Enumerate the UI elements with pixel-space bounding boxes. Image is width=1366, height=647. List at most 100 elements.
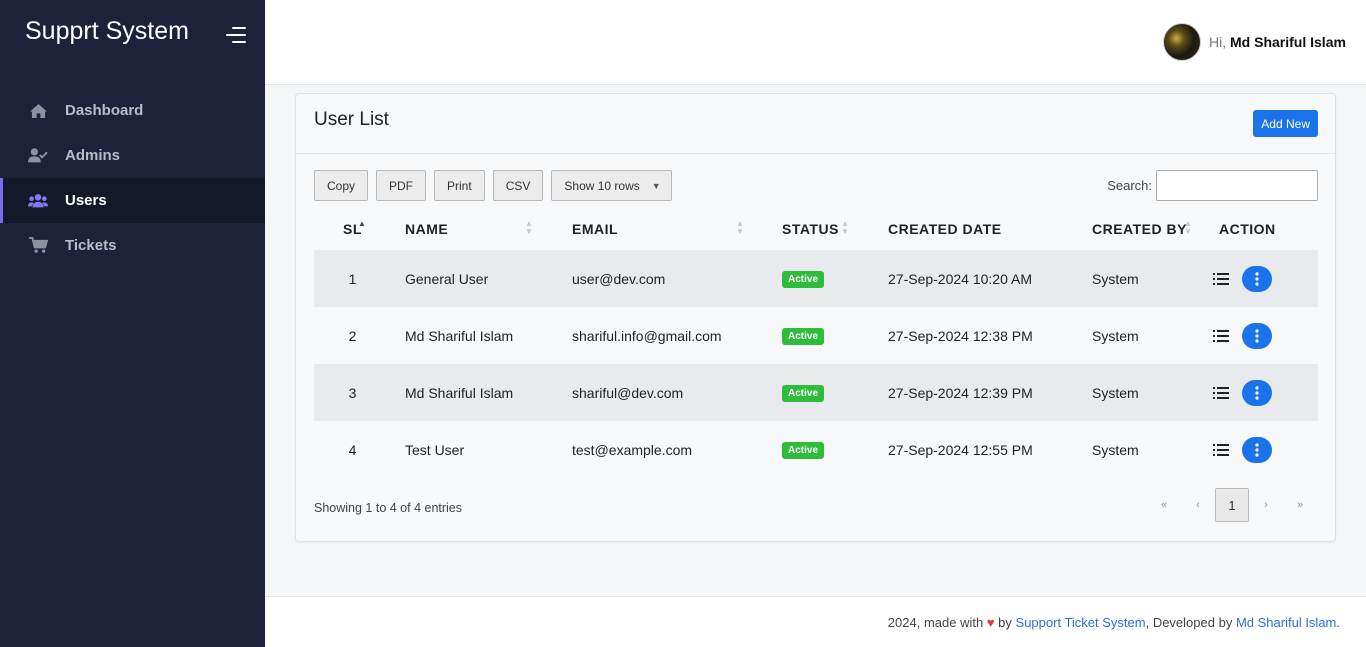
- cell-created-by: System: [1092, 441, 1139, 458]
- sidebar-item-dashboard[interactable]: Dashboard: [0, 88, 265, 133]
- users-table: SL ▲ NAME ▲ ▼ EMAIL ▲ ▼ STATUS ▲ ▼ CREATED …: [314, 207, 1318, 478]
- cell-name: General User: [391, 250, 558, 307]
- sidebar-item-tickets[interactable]: Tickets: [0, 223, 265, 268]
- list-icon[interactable]: [1213, 272, 1229, 285]
- cell-created-date: 27-Sep-2024 10:20 AM: [874, 250, 1078, 307]
- pagination: « ‹ 1 › »: [1147, 488, 1317, 522]
- sidebar-item-admins[interactable]: Admins: [0, 133, 265, 178]
- cell-status: Active: [768, 364, 874, 421]
- cell-created-by: System: [1078, 364, 1213, 421]
- cell-sl: 3: [314, 364, 391, 421]
- top-bar: Hi, Md Shariful Islam: [265, 0, 1366, 85]
- app-title: Supprt System: [25, 17, 189, 45]
- cell-action: [1213, 364, 1318, 421]
- cell-action: [1213, 250, 1318, 307]
- prev-page-button[interactable]: ‹: [1181, 488, 1215, 522]
- column-header-sl[interactable]: SL ▲: [314, 207, 391, 250]
- cell-created-date: 27-Sep-2024 12:38 PM: [888, 327, 1033, 344]
- sidebar-item-label: Users: [65, 192, 107, 209]
- cell-status: Active: [768, 421, 874, 478]
- column-header-action: ACTION: [1219, 220, 1276, 237]
- cell-name: Test User: [405, 441, 465, 458]
- more-options-button[interactable]: [1242, 265, 1272, 292]
- table-info: Showing 1 to 4 of 4 entries: [314, 501, 463, 515]
- cell-created-by: System: [1078, 250, 1213, 307]
- cell-action: [1213, 307, 1318, 364]
- table-row: 3 Md Shariful Islam shariful@dev.com Act…: [314, 364, 1318, 421]
- home-icon: [28, 102, 48, 120]
- search-box: Search:: [1107, 170, 1318, 201]
- sidebar-item-users[interactable]: Users: [0, 178, 265, 223]
- next-page-button[interactable]: ›: [1249, 488, 1283, 522]
- page-length-label: Show 10 rows: [564, 178, 640, 193]
- print-button[interactable]: Print: [434, 170, 485, 201]
- page-button-current[interactable]: 1: [1215, 488, 1249, 522]
- list-icon[interactable]: [1213, 329, 1229, 342]
- cell-created-date: 27-Sep-2024 12:55 PM: [888, 441, 1033, 458]
- status-badge: Active: [782, 442, 825, 459]
- cell-email: user@dev.com: [558, 250, 768, 307]
- sort-icon: ▲ ▼: [525, 219, 534, 236]
- cell-created-by: System: [1092, 327, 1139, 344]
- footer-link-developer[interactable]: Md Shariful Islam: [1236, 615, 1336, 630]
- sidebar: Supprt System Dashboard Admins Users Tic…: [0, 0, 265, 647]
- pdf-button[interactable]: PDF: [376, 170, 427, 201]
- cell-email: shariful@dev.com: [558, 364, 768, 421]
- column-header-email[interactable]: EMAIL ▲ ▼: [558, 207, 768, 250]
- cell-status: Active: [768, 307, 874, 364]
- user-name: Md Shariful Islam: [1230, 34, 1346, 50]
- column-header-status[interactable]: STATUS ▲ ▼: [768, 207, 874, 250]
- sort-icon: ▲: [358, 219, 367, 228]
- page-length-select[interactable]: Show 10 rows ▼: [551, 170, 672, 201]
- cell-sl: 4: [348, 441, 357, 458]
- sidebar-item-label: Admins: [65, 147, 121, 164]
- table-row: 1 General User user@dev.com Active 27-Se…: [314, 250, 1318, 307]
- cell-sl: 2: [348, 327, 357, 344]
- sort-icon: ▲ ▼: [1184, 219, 1193, 236]
- more-vertical-icon: [1255, 385, 1259, 400]
- user-greeting[interactable]: Hi, Md Shariful Islam: [1209, 34, 1346, 50]
- sidebar-item-label: Dashboard: [65, 102, 144, 119]
- search-label: Search:: [1107, 178, 1152, 193]
- add-new-button[interactable]: Add New: [1253, 110, 1318, 137]
- sort-icon: ▲ ▼: [841, 219, 850, 236]
- list-icon[interactable]: [1213, 443, 1229, 456]
- table-row: 4 Test User test@example.com Active 27-S…: [314, 421, 1318, 478]
- search-input[interactable]: [1156, 170, 1318, 201]
- last-page-button[interactable]: »: [1283, 488, 1317, 522]
- status-badge: Active: [782, 385, 825, 402]
- more-options-button[interactable]: [1242, 436, 1272, 463]
- list-icon[interactable]: [1213, 386, 1229, 399]
- greeting-prefix: Hi,: [1209, 34, 1227, 50]
- sidebar-nav: Dashboard Admins Users Tickets: [0, 88, 265, 268]
- cell-sl: 1: [314, 250, 391, 307]
- menu-toggle-icon[interactable]: [226, 27, 246, 43]
- footer: 2024, made with ♥ by Support Ticket Syst…: [265, 596, 1366, 647]
- sort-icon: ▲ ▼: [736, 219, 745, 236]
- heart-icon: ♥: [986, 615, 995, 630]
- table-header-row: SL ▲ NAME ▲ ▼ EMAIL ▲ ▼ STATUS ▲ ▼ CREATED …: [314, 207, 1318, 250]
- card-header: User List Add New: [296, 94, 1335, 154]
- status-badge: Active: [782, 271, 825, 288]
- column-header-created-date[interactable]: CREATED DATE: [874, 207, 1078, 250]
- column-header-name[interactable]: NAME ▲ ▼: [391, 207, 558, 250]
- cart-icon: [28, 237, 48, 255]
- cell-status: Active: [768, 250, 874, 307]
- status-badge: Active: [782, 328, 825, 345]
- column-header-created-by[interactable]: CREATED BY ▲ ▼: [1078, 207, 1213, 250]
- more-vertical-icon: [1255, 442, 1259, 457]
- page-title: User List: [314, 109, 389, 130]
- more-options-button[interactable]: [1242, 322, 1272, 349]
- cell-name: Md Shariful Islam: [405, 327, 514, 344]
- cell-created-date: 27-Sep-2024 12:39 PM: [874, 364, 1078, 421]
- cell-email: test@example.com: [572, 441, 693, 458]
- cell-action: [1213, 421, 1318, 478]
- user-check-icon: [28, 147, 48, 165]
- footer-credits: 2024, made with ♥ by Support Ticket Syst…: [887, 615, 1340, 630]
- footer-link-system[interactable]: Support Ticket System: [1016, 615, 1146, 630]
- csv-button[interactable]: CSV: [492, 170, 544, 201]
- first-page-button[interactable]: «: [1147, 488, 1181, 522]
- more-options-button[interactable]: [1242, 379, 1272, 406]
- avatar[interactable]: [1163, 23, 1201, 61]
- copy-button[interactable]: Copy: [314, 170, 369, 201]
